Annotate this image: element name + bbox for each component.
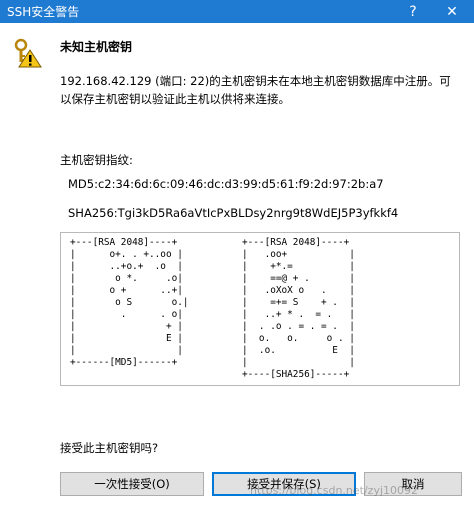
fingerprint-sha256: SHA256:Tgi3kD5Ra6aVtIcPxBLDsy2nrg9t8WdEJ…: [68, 206, 399, 220]
window-title: SSH安全警告: [7, 5, 80, 19]
dialog-heading: 未知主机密钥: [60, 40, 133, 54]
help-button[interactable]: ?: [395, 0, 431, 23]
title-bar[interactable]: SSH安全警告 ? ✕: [0, 0, 474, 23]
randomart-panel: +---[RSA 2048]----+ | o+. . +..oo | | ..…: [60, 232, 460, 386]
fingerprint-label: 主机密钥指纹:: [60, 153, 133, 167]
accept-question: 接受此主机密钥吗?: [60, 441, 159, 455]
warning-keys-icon: [14, 38, 42, 68]
watermark-text: https://blog.csdn.net/zyj10092: [250, 484, 418, 497]
close-button[interactable]: ✕: [434, 0, 470, 23]
description-text: 192.168.42.129 (端口: 22)的主机密钥未在本地主机密钥数据库中…: [60, 74, 451, 106]
randomart-sha256: +---[RSA 2048]----+ | .oo+ | | +*.= | | …: [242, 237, 355, 380]
randomart-md5: +---[RSA 2048]----+ | o+. . +..oo | | ..…: [70, 237, 189, 368]
fingerprint-md5: MD5:c2:34:6d:6c:09:46:dc:d3:99:d5:61:f9:…: [68, 177, 384, 191]
accept-once-button[interactable]: 一次性接受(O): [60, 472, 204, 496]
